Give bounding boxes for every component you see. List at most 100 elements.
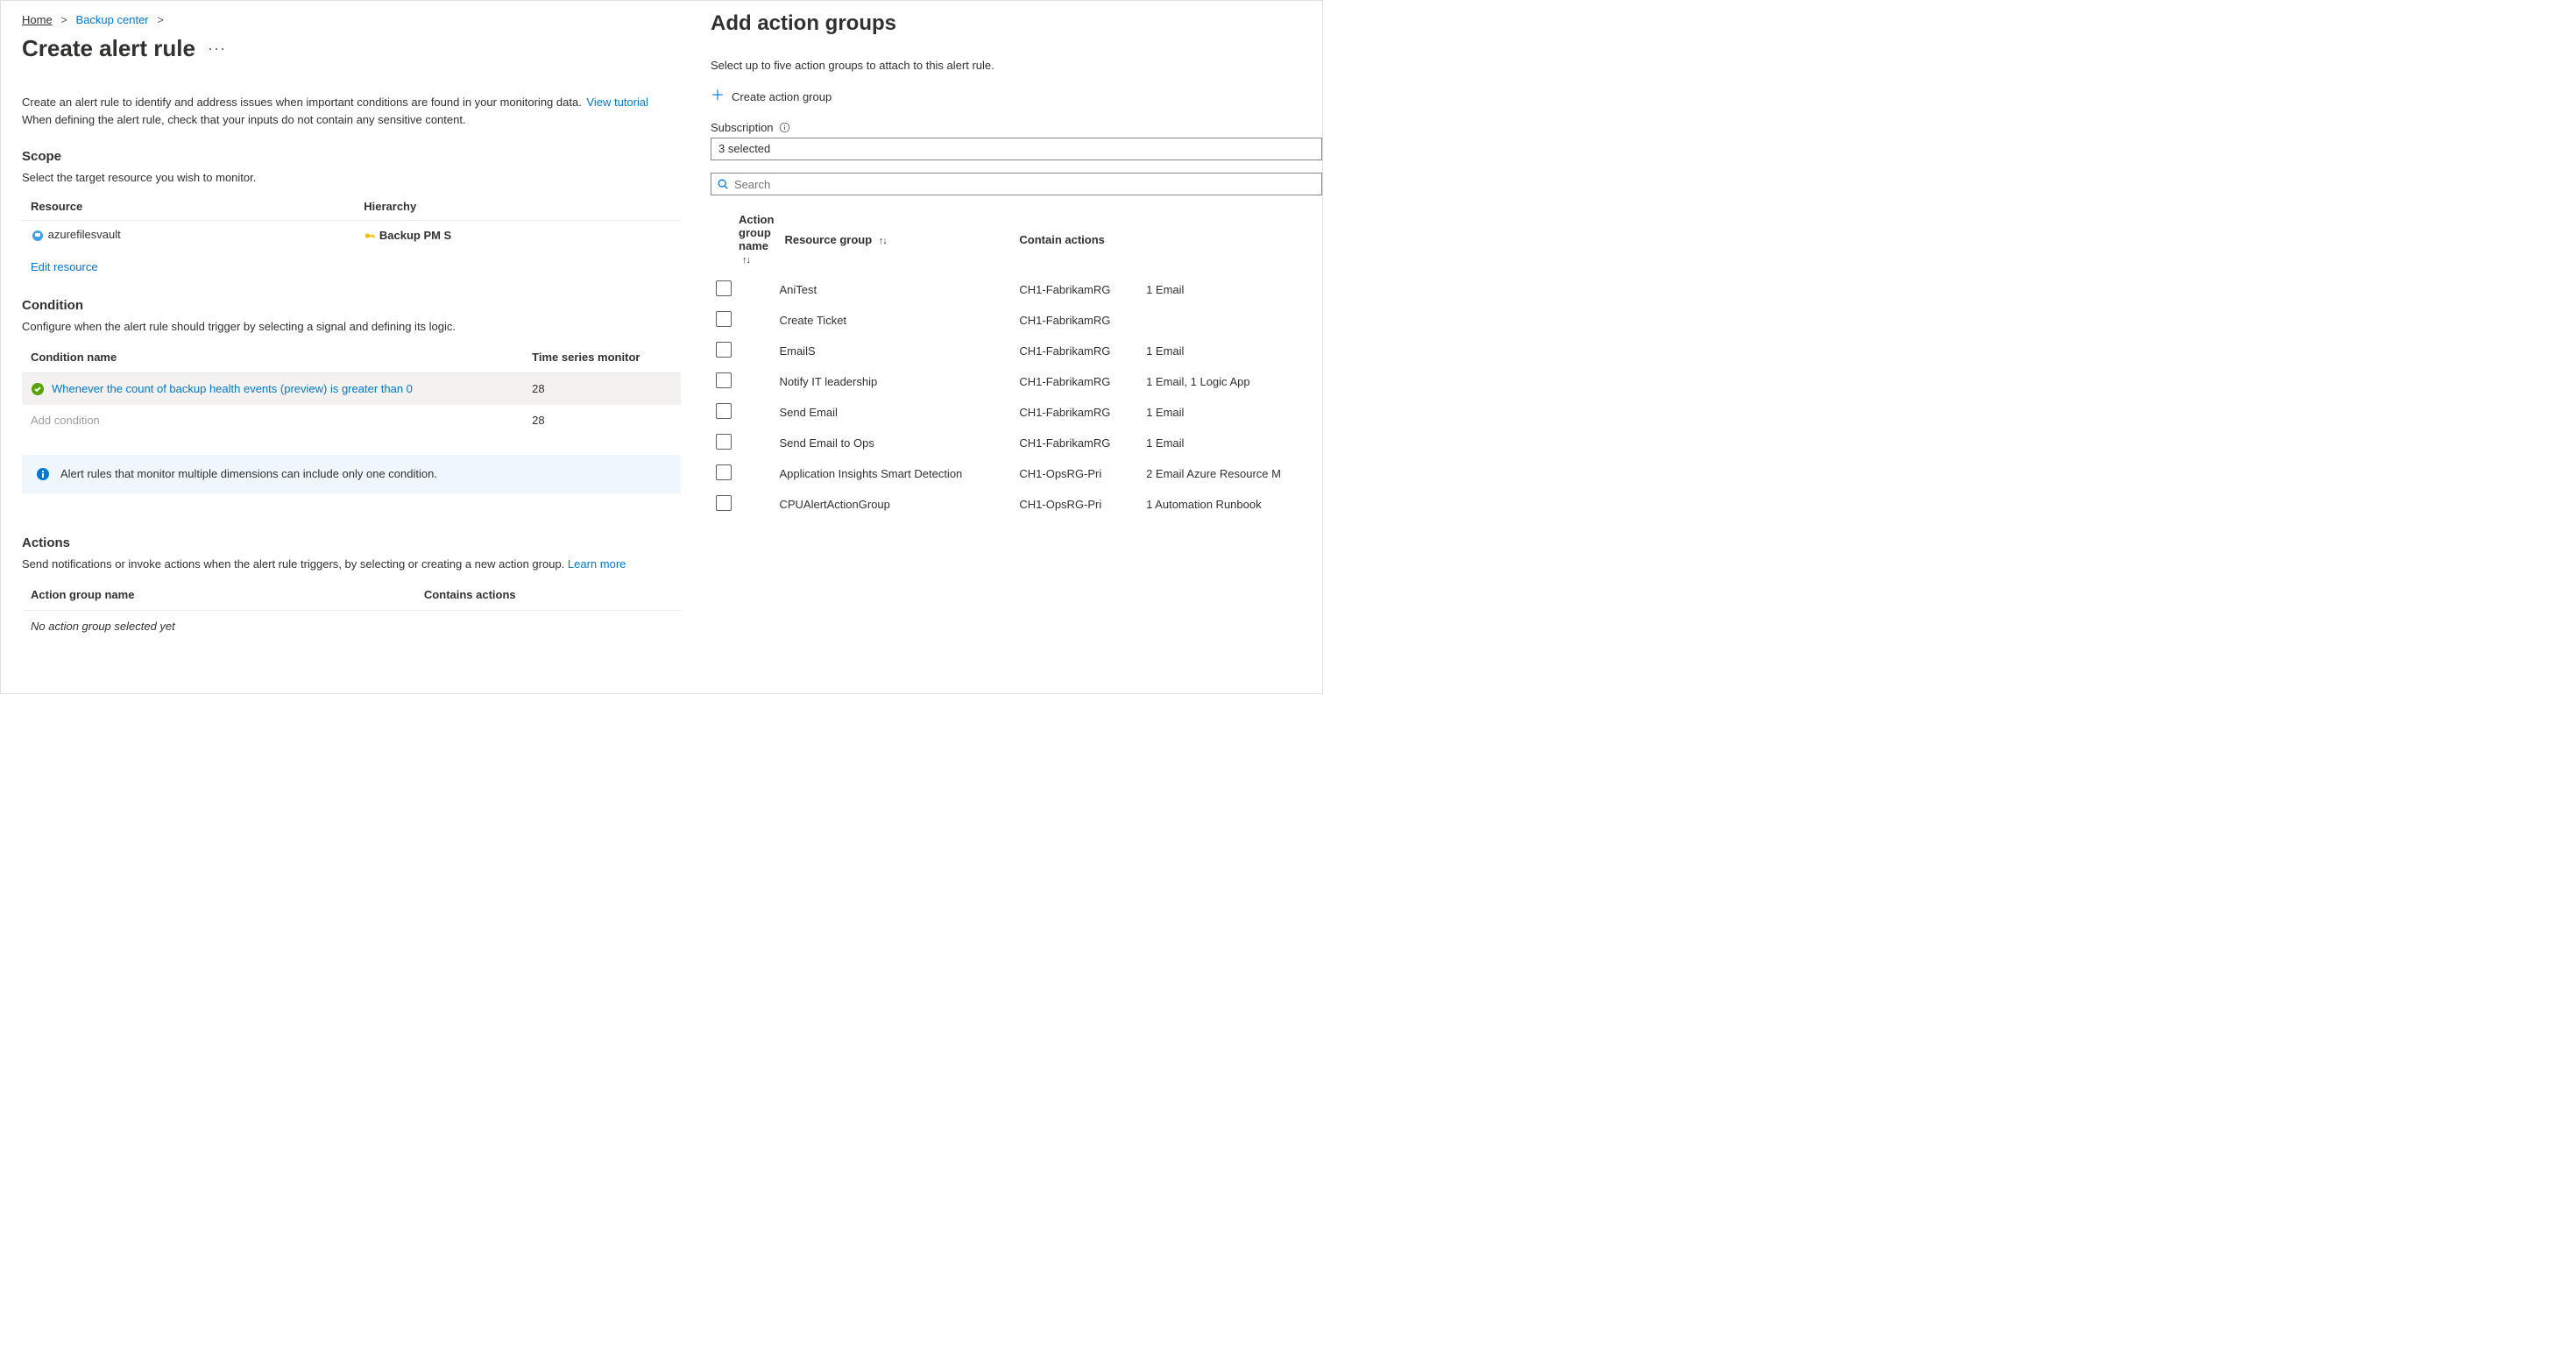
condition-sub: Configure when the alert rule should tri… <box>22 320 681 333</box>
col-time-series: Time series monitor <box>523 342 681 373</box>
breadcrumb-backup-center[interactable]: Backup center <box>76 13 149 26</box>
search-icon <box>717 178 729 190</box>
subscription-label: Subscription <box>711 121 1322 134</box>
ag-name: CPUAlertActionGroup <box>779 489 1014 520</box>
vault-icon <box>31 229 45 243</box>
ag-rg: CH1-FabrikamRG <box>1014 336 1141 366</box>
ag-actions <box>1141 305 1322 336</box>
view-tutorial-link[interactable]: View tutorial <box>586 96 648 109</box>
plus-icon: ＋ <box>711 89 725 103</box>
actions-table: Action group name Contains actions No ac… <box>22 579 681 642</box>
ag-actions: 1 Automation Runbook <box>1141 489 1322 520</box>
add-condition-ts: 28 <box>523 405 681 436</box>
col-ag-actions[interactable]: Contain actions <box>1014 204 1141 274</box>
condition-name-link[interactable]: Whenever the count of backup health even… <box>52 382 413 395</box>
col-resource: Resource <box>22 193 355 221</box>
condition-heading: Condition <box>22 298 681 313</box>
intro-line1: Create an alert rule to identify and add… <box>22 96 584 109</box>
ag-actions: 1 Email <box>1141 336 1322 366</box>
ag-name: Create Ticket <box>779 305 1014 336</box>
ag-name: EmailS <box>779 336 1014 366</box>
col-ag-name[interactable]: Action group name ↑↓ <box>711 204 779 274</box>
ag-rg: CH1-OpsRG-Pri <box>1014 458 1141 489</box>
search-input[interactable] <box>734 178 1316 191</box>
ag-name: Notify IT leadership <box>779 366 1014 397</box>
ag-rg: CH1-FabrikamRG <box>1014 428 1141 458</box>
hierarchy-value: Backup PM S <box>379 229 451 242</box>
row-checkbox[interactable] <box>716 372 732 388</box>
actions-heading: Actions <box>22 535 681 550</box>
subscription-select[interactable]: 3 selected <box>711 138 1322 160</box>
create-action-group-button[interactable]: ＋ Create action group <box>711 89 1322 103</box>
actions-empty-text: No action group selected yet <box>22 610 415 642</box>
ag-rg: CH1-FabrikamRG <box>1014 397 1141 428</box>
scope-resource-row[interactable]: azurefilesvault Backup PM S <box>22 221 681 250</box>
ag-rg: CH1-FabrikamRG <box>1014 274 1141 305</box>
col-action-group-name: Action group name <box>22 579 415 611</box>
ag-rg: CH1-FabrikamRG <box>1014 366 1141 397</box>
condition-info-bar: Alert rules that monitor multiple dimens… <box>22 455 681 493</box>
panel-title: Add action groups <box>711 11 1322 36</box>
condition-row[interactable]: Whenever the count of backup health even… <box>22 372 681 405</box>
row-checkbox[interactable] <box>716 280 732 296</box>
ag-name: AniTest <box>779 274 1014 305</box>
ag-actions: 1 Email <box>1141 274 1322 305</box>
col-contains-actions: Contains actions <box>415 579 681 611</box>
ag-actions: 1 Email <box>1141 397 1322 428</box>
action-group-row[interactable]: Send Email CH1-FabrikamRG 1 Email <box>711 397 1322 428</box>
ag-name: Application Insights Smart Detection <box>779 458 1014 489</box>
action-group-row[interactable]: Notify IT leadership CH1-FabrikamRG 1 Em… <box>711 366 1322 397</box>
add-condition-placeholder: Add condition <box>31 414 100 427</box>
row-checkbox[interactable] <box>716 434 732 450</box>
ag-name: Send Email to Ops <box>779 428 1014 458</box>
ag-actions: 1 Email <box>1141 428 1322 458</box>
condition-table: Condition name Time series monitor Whene… <box>22 342 681 436</box>
intro-line2: When defining the alert rule, check that… <box>22 113 466 126</box>
action-groups-table: Action group name ↑↓ Resource group ↑↓ C… <box>711 204 1322 520</box>
ag-actions: 2 Email Azure Resource M <box>1141 458 1322 489</box>
action-group-search[interactable] <box>711 173 1322 195</box>
action-group-row[interactable]: AniTest CH1-FabrikamRG 1 Email <box>711 274 1322 305</box>
col-hierarchy: Hierarchy <box>355 193 681 221</box>
scope-heading: Scope <box>22 149 681 164</box>
action-group-row[interactable]: Send Email to Ops CH1-FabrikamRG 1 Email <box>711 428 1322 458</box>
action-group-row[interactable]: EmailS CH1-FabrikamRG 1 Email <box>711 336 1322 366</box>
action-group-row[interactable]: CPUAlertActionGroup CH1-OpsRG-Pri 1 Auto… <box>711 489 1322 520</box>
breadcrumb-home[interactable]: Home <box>22 13 53 26</box>
info-icon <box>36 467 50 481</box>
edit-resource-link[interactable]: Edit resource <box>31 260 98 273</box>
col-ag-rg[interactable]: Resource group ↑↓ <box>779 204 1014 274</box>
key-icon <box>364 230 376 242</box>
chevron-right-icon: > <box>157 13 164 26</box>
row-checkbox[interactable] <box>716 311 732 327</box>
action-group-row[interactable]: Create Ticket CH1-FabrikamRG <box>711 305 1322 336</box>
actions-empty-row: No action group selected yet <box>22 610 681 642</box>
actions-sub: Send notifications or invoke actions whe… <box>22 557 681 571</box>
more-menu-icon[interactable]: ··· <box>208 39 226 58</box>
col-condition-name: Condition name <box>22 342 523 373</box>
scope-sub: Select the target resource you wish to m… <box>22 171 681 184</box>
scope-resource-table: Resource Hierarchy azurefilesvault Backu… <box>22 193 681 250</box>
create-action-group-label: Create action group <box>732 90 832 103</box>
create-alert-rule-pane: Home > Backup center > Create alert rule… <box>1 1 702 693</box>
condition-ts-value: 28 <box>523 372 681 405</box>
info-text: Alert rules that monitor multiple dimens… <box>60 467 437 480</box>
row-checkbox[interactable] <box>716 464 732 480</box>
ag-rg: CH1-OpsRG-Pri <box>1014 489 1141 520</box>
learn-more-link[interactable]: Learn more <box>568 557 626 571</box>
ag-rg: CH1-FabrikamRG <box>1014 305 1141 336</box>
row-checkbox[interactable] <box>716 495 732 511</box>
check-circle-icon <box>31 382 45 396</box>
row-checkbox[interactable] <box>716 403 732 419</box>
page-title: Create alert rule <box>22 35 195 62</box>
intro-text: Create an alert rule to identify and add… <box>22 94 681 128</box>
info-outline-icon[interactable] <box>779 122 790 133</box>
action-group-row[interactable]: Application Insights Smart Detection CH1… <box>711 458 1322 489</box>
chevron-right-icon: > <box>60 13 67 26</box>
ag-name: Send Email <box>779 397 1014 428</box>
row-checkbox[interactable] <box>716 342 732 358</box>
sort-icon: ↑↓ <box>742 255 750 266</box>
sort-icon: ↑↓ <box>879 236 887 246</box>
add-condition-row[interactable]: Add condition 28 <box>22 405 681 436</box>
ag-actions: 1 Email, 1 Logic App <box>1141 366 1322 397</box>
